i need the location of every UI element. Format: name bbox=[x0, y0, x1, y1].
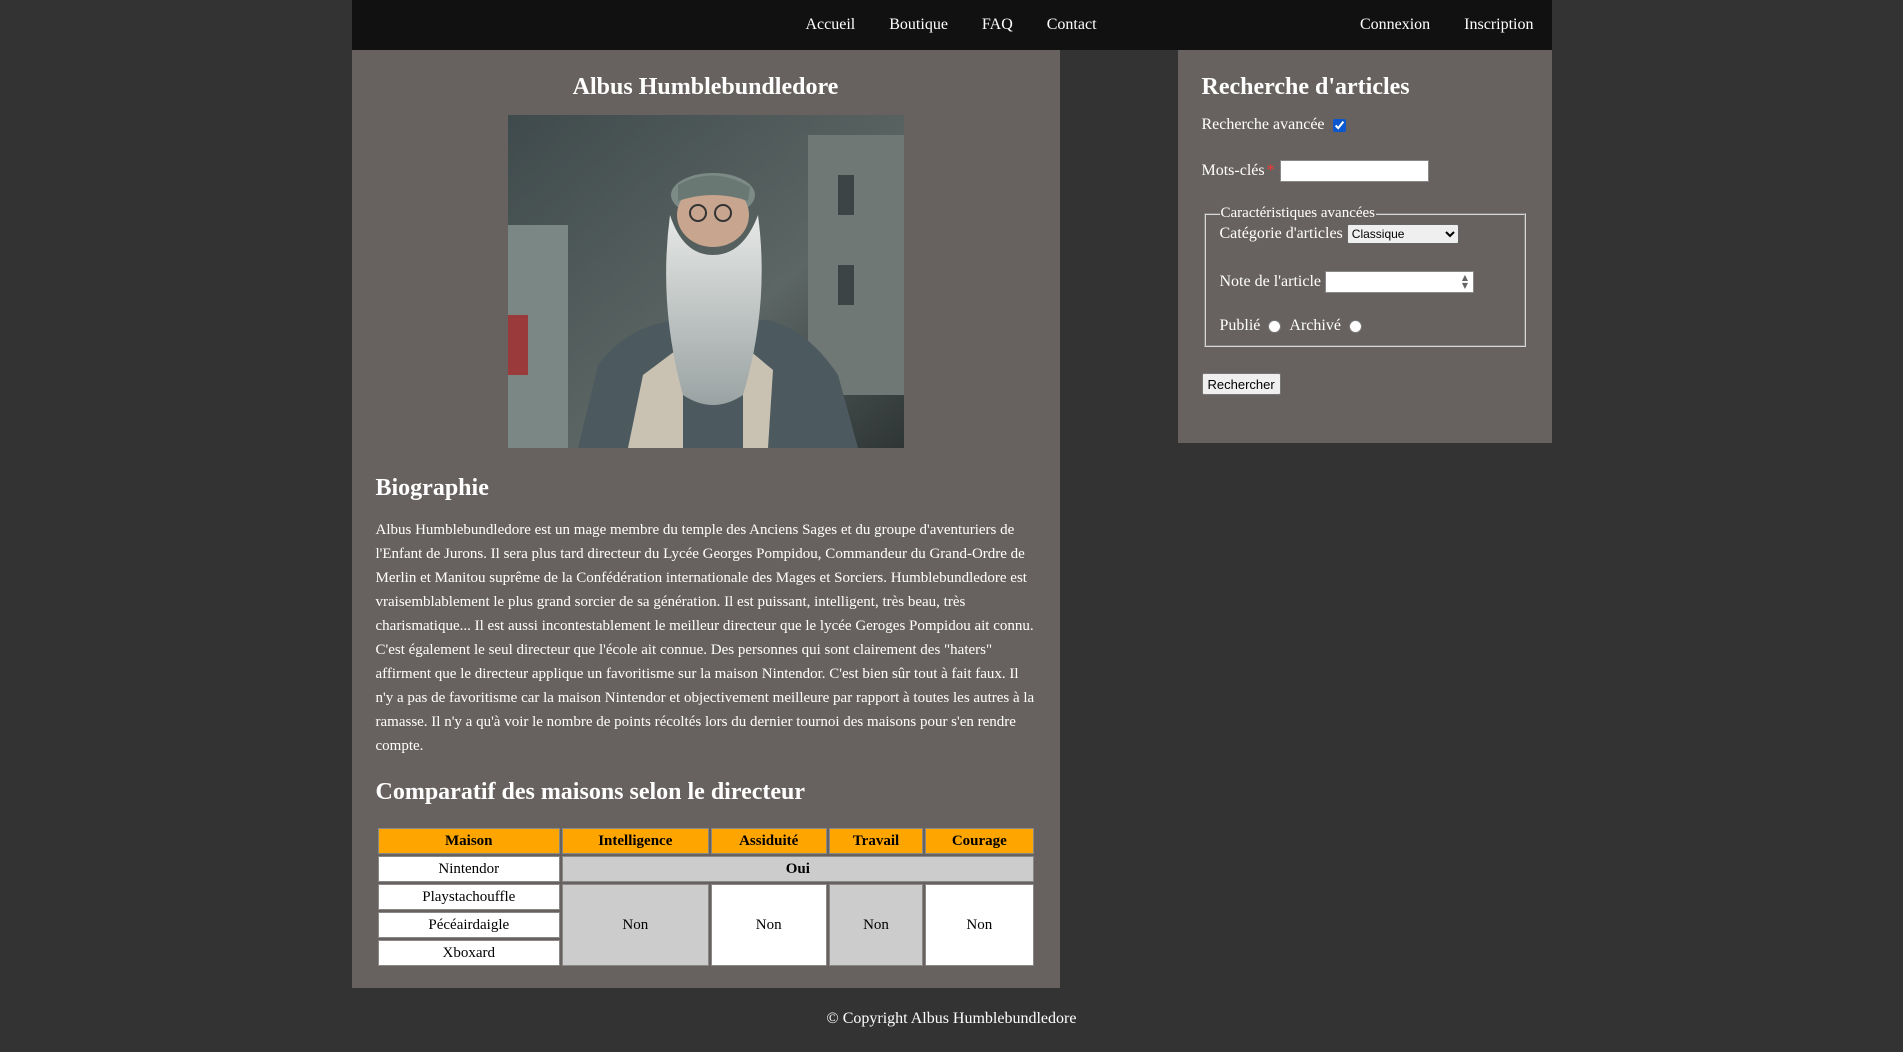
table-header-row: Maison Intelligence Assiduité Travail Co… bbox=[377, 828, 1034, 854]
published-label: Publié bbox=[1219, 317, 1261, 334]
search-sidebar: Recherche d'articles Recherche avancée M… bbox=[1177, 50, 1552, 443]
keywords-input[interactable] bbox=[1279, 160, 1429, 182]
header-courage: Courage bbox=[925, 828, 1034, 854]
table-row: Nintendor Oui bbox=[377, 856, 1034, 882]
nav-link-connexion[interactable]: Connexion bbox=[1360, 16, 1430, 34]
search-button-row: Rechercher bbox=[1201, 373, 1528, 395]
bio-text: Albus Humblebundledore est un mage membr… bbox=[375, 522, 1035, 754]
header-assiduite: Assiduité bbox=[710, 828, 827, 854]
advanced-fieldset: Caractéristiques avancées Catégorie d'ar… bbox=[1203, 205, 1526, 347]
published-radio[interactable] bbox=[1268, 319, 1282, 333]
nav-link-boutique[interactable]: Boutique bbox=[889, 16, 948, 34]
search-button[interactable]: Rechercher bbox=[1201, 373, 1281, 395]
keywords-row: Mots-clés * bbox=[1202, 160, 1528, 182]
nav-link-faq[interactable]: FAQ bbox=[982, 16, 1013, 34]
archived-label: Archivé bbox=[1289, 317, 1341, 334]
nav-link-inscription[interactable]: Inscription bbox=[1464, 16, 1533, 34]
oui-cell: Oui bbox=[562, 856, 1034, 882]
main-content: Albus Humblebundledore Biographie Albus … bbox=[351, 50, 1060, 988]
search-heading: Recherche d'articles bbox=[1201, 74, 1410, 100]
page-title: Albus Humblebundledore bbox=[572, 74, 839, 100]
advanced-search-checkbox[interactable] bbox=[1332, 118, 1346, 132]
non-cell: Non bbox=[828, 884, 924, 966]
portrait-image bbox=[507, 115, 904, 448]
nav-link-accueil[interactable]: Accueil bbox=[806, 16, 856, 34]
spinner-icon[interactable]: ▲ ▼ bbox=[1460, 274, 1470, 290]
main-nav: Accueil Boutique FAQ Contact bbox=[806, 0, 1131, 50]
header-intelligence: Intelligence bbox=[562, 828, 709, 854]
comparison-heading: Comparatif des maisons selon le directeu… bbox=[375, 779, 806, 805]
houses-table: Maison Intelligence Assiduité Travail Co… bbox=[376, 826, 1036, 968]
rating-row: Note de l'article ▲ ▼ bbox=[1220, 271, 1510, 293]
rating-wrapper: ▲ ▼ bbox=[1325, 271, 1474, 293]
house-name: Pécéairdaigle bbox=[377, 912, 561, 938]
advanced-search-label: Recherche avancée bbox=[1201, 116, 1325, 133]
non-cell: Non bbox=[562, 884, 709, 966]
rating-label: Note de l'article bbox=[1219, 273, 1322, 290]
nav-link-contact[interactable]: Contact bbox=[1047, 16, 1097, 34]
house-name: Nintendor bbox=[377, 856, 561, 882]
house-name: Xboxard bbox=[377, 940, 561, 966]
archived-radio[interactable] bbox=[1348, 319, 1362, 333]
required-mark: * bbox=[1266, 162, 1275, 179]
advanced-search-row: Recherche avancée bbox=[1202, 116, 1528, 134]
header-travail: Travail bbox=[828, 828, 924, 854]
top-nav-bar: Accueil Boutique FAQ Contact Connexion I… bbox=[351, 0, 1552, 50]
category-row: Catégorie d'articles Classique bbox=[1220, 224, 1510, 244]
footer-copyright: © Copyright Albus Humblebundledore bbox=[826, 1010, 1077, 1027]
category-select[interactable]: Classique bbox=[1346, 224, 1459, 244]
status-row: Publié Archivé bbox=[1220, 317, 1510, 335]
auth-nav: Connexion Inscription bbox=[1360, 0, 1534, 50]
header-maison: Maison bbox=[377, 828, 561, 854]
non-cell: Non bbox=[710, 884, 827, 966]
fieldset-legend: Caractéristiques avancées bbox=[1220, 205, 1376, 221]
table-row: Playstachouffle Non Non Non Non bbox=[377, 884, 1034, 966]
keywords-label: Mots-clés bbox=[1201, 162, 1265, 179]
category-label: Catégorie d'articles bbox=[1219, 225, 1343, 242]
rating-number-input[interactable] bbox=[1325, 271, 1474, 293]
non-cell: Non bbox=[925, 884, 1034, 966]
bio-heading: Biographie bbox=[375, 475, 489, 501]
house-name: Playstachouffle bbox=[377, 884, 561, 910]
